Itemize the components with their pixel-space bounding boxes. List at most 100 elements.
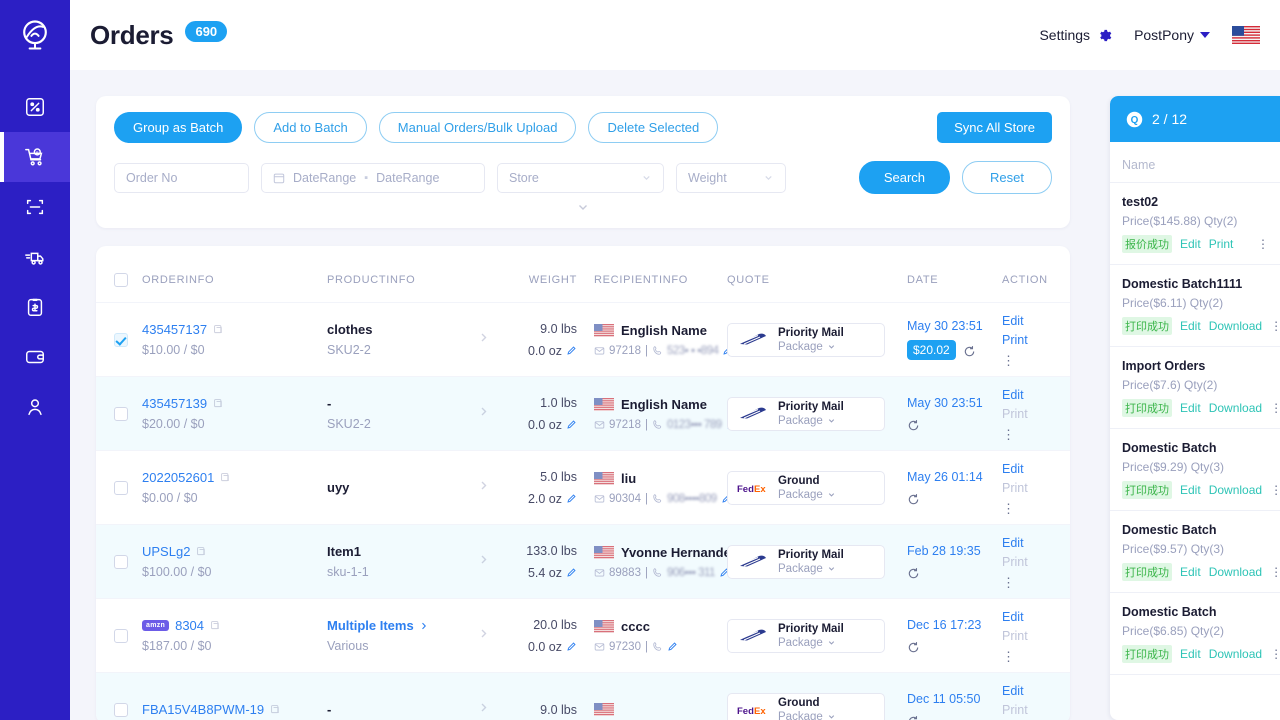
batch-link-edit[interactable]: Edit [1180, 237, 1201, 251]
refresh-icon[interactable] [907, 419, 920, 432]
batch-more-icon[interactable]: ⋮ [1270, 565, 1280, 579]
chevron-right-icon[interactable] [477, 553, 490, 566]
edit-action[interactable]: Edit [1002, 608, 1062, 627]
chevron-right-icon[interactable] [477, 479, 490, 492]
settings-button[interactable]: Settings [1039, 27, 1112, 43]
package-type[interactable]: Package [778, 711, 836, 720]
edit-action[interactable]: Edit [1002, 682, 1062, 701]
us-flag-icon[interactable] [1232, 26, 1260, 44]
order-id-link[interactable]: 2022052601 [142, 470, 327, 485]
order-id-link[interactable]: 435457139 [142, 396, 327, 411]
row-checkbox[interactable] [114, 554, 128, 569]
edit-pencil-icon[interactable] [566, 419, 577, 430]
carrier-service-selector[interactable]: Priority Mail Package [727, 618, 885, 653]
copy-icon[interactable] [220, 472, 231, 483]
chevron-right-icon[interactable] [477, 627, 490, 640]
sidebar-item-wallet[interactable] [0, 332, 70, 382]
order-id-link[interactable]: UPSLg2 [142, 544, 327, 559]
chevron-down-icon[interactable] [827, 490, 836, 499]
carrier-service-selector[interactable]: Priority Mail Package [727, 322, 885, 357]
carrier-service-selector[interactable]: Fed Ex Ground Package [727, 692, 885, 720]
carrier-service-selector[interactable]: Priority Mail Package [727, 396, 885, 431]
row-expand-cell[interactable] [477, 627, 513, 645]
batch-link-download[interactable]: Download [1209, 319, 1262, 333]
batch-link-download[interactable]: Download [1209, 401, 1262, 415]
edit-action[interactable]: Edit [1002, 460, 1062, 479]
batch-more-icon[interactable]: ⋮ [1270, 647, 1280, 661]
table-row[interactable]: 435457137 $10.00 / $0 clothes SKU2-2 9.0 lbs… [96, 302, 1070, 376]
print-action[interactable]: Print [1002, 331, 1062, 350]
copy-icon[interactable] [270, 704, 281, 715]
order-no-input[interactable]: Order No [114, 162, 249, 193]
batch-link-download[interactable]: Download [1209, 483, 1262, 497]
edit-action[interactable]: Edit [1002, 534, 1062, 553]
chevron-down-icon[interactable] [827, 564, 836, 573]
row-expand-cell[interactable] [477, 553, 513, 571]
batch-more-icon[interactable]: ⋮ [1257, 237, 1270, 251]
copy-icon[interactable] [213, 324, 224, 335]
weight-select[interactable]: Weight [676, 162, 786, 193]
more-actions-icon[interactable]: ⋮ [1002, 502, 1062, 515]
row-checkbox[interactable] [114, 406, 128, 421]
order-id-link[interactable]: amzn 8304 [142, 618, 327, 633]
carrier-service-selector[interactable]: Priority Mail Package [727, 544, 885, 579]
rate-price-tag[interactable]: $20.02 [907, 340, 956, 360]
refresh-icon[interactable] [907, 567, 920, 580]
row-checkbox[interactable] [114, 702, 128, 717]
refresh-icon[interactable] [907, 715, 920, 720]
store-select[interactable]: Store [497, 162, 664, 193]
package-type[interactable]: Package [778, 341, 844, 353]
edit-action[interactable]: Edit [1002, 386, 1062, 405]
edit-pencil-icon[interactable] [566, 493, 577, 504]
batch-link-edit[interactable]: Edit [1180, 401, 1201, 415]
edit-pencil-icon[interactable] [566, 567, 577, 578]
batch-link-edit[interactable]: Edit [1180, 647, 1201, 661]
chevron-right-icon[interactable] [419, 621, 429, 631]
chevron-down-icon[interactable] [827, 638, 836, 647]
date-range-input[interactable]: DateRange ▪ DateRange [261, 162, 485, 193]
table-row[interactable]: FBA15V4B8PWM-19 - 9.0 lbs Fed Ex Ground Packag… [96, 672, 1070, 720]
chevron-down-icon[interactable] [576, 200, 590, 214]
table-row[interactable]: 435457139 $20.00 / $0 - SKU2-2 1.0 lbs 0.0 oz… [96, 376, 1070, 450]
user-menu-button[interactable]: PostPony [1134, 27, 1210, 43]
row-expand-cell[interactable] [477, 331, 513, 349]
copy-icon[interactable] [196, 546, 207, 557]
row-checkbox[interactable] [114, 480, 128, 495]
package-type[interactable]: Package [778, 415, 844, 427]
chevron-down-icon[interactable] [827, 342, 836, 351]
reset-button[interactable]: Reset [962, 161, 1052, 194]
chevron-right-icon[interactable] [477, 331, 490, 344]
copy-icon[interactable] [210, 620, 221, 631]
batch-more-icon[interactable]: ⋮ [1270, 401, 1280, 415]
batch-link-edit[interactable]: Edit [1180, 319, 1201, 333]
batch-link-download[interactable]: Download [1209, 565, 1262, 579]
package-type[interactable]: Package [778, 563, 844, 575]
table-row[interactable]: 2022052601 $0.00 / $0 uyy 5.0 lbs 2.0 oz liu 9… [96, 450, 1070, 524]
edit-pencil-icon[interactable] [667, 641, 678, 652]
select-all-checkbox[interactable] [114, 273, 128, 287]
sidebar-item-dashboard[interactable] [0, 82, 70, 132]
batch-list-item[interactable]: Domestic Batch1111 Price($6.11) Qty(2) 打印成… [1110, 265, 1280, 347]
more-actions-icon[interactable]: ⋮ [1002, 650, 1062, 663]
batch-more-icon[interactable]: ⋮ [1270, 319, 1280, 333]
sync-all-store-button[interactable]: Sync All Store [937, 112, 1052, 143]
batch-list-item[interactable]: Import Orders Price($7.6) Qty(2) 打印成功 Edit D… [1110, 347, 1280, 429]
manual-orders-bulk-upload-button[interactable]: Manual Orders/Bulk Upload [378, 112, 577, 143]
more-actions-icon[interactable]: ⋮ [1002, 576, 1062, 589]
delete-selected-button[interactable]: Delete Selected [588, 112, 719, 143]
batch-list-item[interactable]: Domestic Batch Price($6.85) Qty(2) 打印成功 Edi… [1110, 593, 1280, 675]
sidebar-item-orders[interactable]: e [0, 132, 70, 182]
edit-action[interactable]: Edit [1002, 312, 1062, 331]
row-expand-cell[interactable] [477, 405, 513, 423]
more-actions-icon[interactable]: ⋮ [1002, 428, 1062, 441]
row-checkbox[interactable] [114, 628, 128, 643]
chevron-right-icon[interactable] [477, 405, 490, 418]
chevron-down-icon[interactable] [827, 712, 836, 720]
refresh-icon[interactable] [907, 493, 920, 506]
sidebar-item-shipping[interactable] [0, 232, 70, 282]
product-name[interactable]: Multiple Items [327, 618, 477, 633]
batch-link-edit[interactable]: Edit [1180, 483, 1201, 497]
batch-list-item[interactable]: Domestic Batch Price($9.57) Qty(3) 打印成功 Edi… [1110, 511, 1280, 593]
refresh-icon[interactable] [907, 641, 920, 654]
carrier-service-selector[interactable]: Fed Ex Ground Package [727, 470, 885, 505]
